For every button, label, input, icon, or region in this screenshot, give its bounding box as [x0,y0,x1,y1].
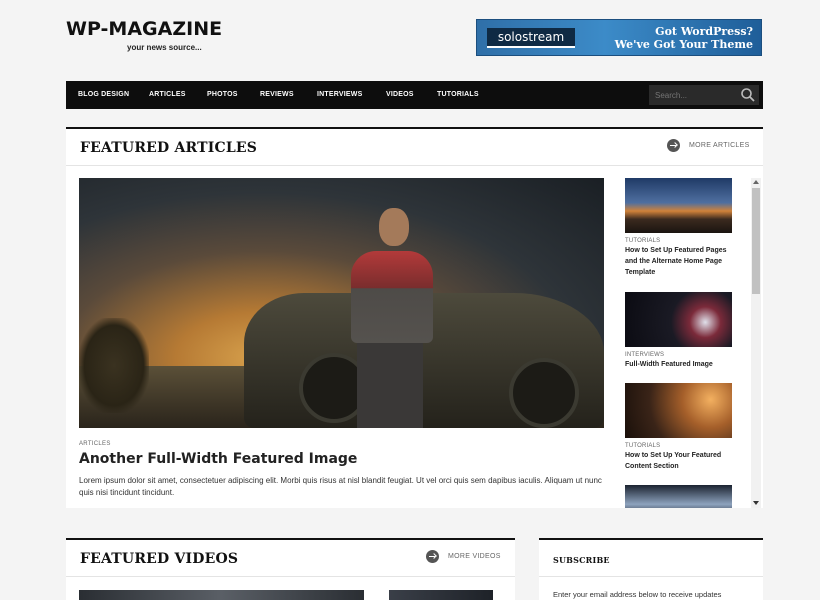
hero-bush [79,318,149,413]
featured-videos-header: FEATURED VIDEOS MORE VIDEOS [66,540,515,577]
main-navigation: BLOG DESIGN ARTICLES PHOTOS REVIEWS INTE… [66,81,763,109]
video-thumbnail[interactable] [389,590,493,600]
banner-logo: solostream [487,28,575,48]
arrow-right-icon[interactable] [426,550,439,563]
nav-item-photos[interactable]: PHOTOS [207,91,238,98]
subscribe-panel: SUBSCRIBE Enter your email address below… [539,538,763,600]
nav-item-interviews[interactable]: INTERVIEWS [317,91,362,98]
side-item-category[interactable]: TUTORIALS [625,238,732,244]
scroll-up-arrow-icon[interactable] [753,180,759,184]
list-item[interactable]: TUTORIALS How to Set Up Featured Pages a… [625,178,732,278]
nav-item-articles[interactable]: ARTICLES [149,91,186,98]
side-list-scrollbar[interactable] [751,178,761,508]
featured-articles-panel: FEATURED ARTICLES MORE ARTICLES ARTICLES… [66,127,763,508]
side-thumbnail[interactable] [625,383,732,438]
list-item[interactable]: INTERVIEWS Full-Width Featured Image [625,292,732,370]
nav-item-reviews[interactable]: REVIEWS [260,91,294,98]
hero-title[interactable]: Another Full-Width Featured Image [79,451,357,467]
list-item[interactable] [625,485,732,508]
banner-text: Got WordPress? We've Got Your Theme [615,25,753,51]
side-item-title[interactable]: How to Set Up Your Featured Content Sect… [625,450,732,472]
nav-item-tutorials[interactable]: TUTORIALS [437,91,479,98]
nav-item-videos[interactable]: VIDEOS [386,91,414,98]
subscribe-header: SUBSCRIBE [539,540,763,577]
side-item-category[interactable]: INTERVIEWS [625,352,732,358]
featured-side-list: TUTORIALS How to Set Up Featured Pages a… [625,178,732,508]
hero-category[interactable]: ARTICLES [79,441,111,447]
nav-item-blog-design[interactable]: BLOG DESIGN [78,91,129,98]
scroll-down-arrow-icon[interactable] [753,501,759,505]
side-thumbnail[interactable] [625,178,732,233]
banner-line-2: We've Got Your Theme [614,38,753,51]
side-thumbnail[interactable] [625,485,732,508]
hero-person-head [379,208,409,246]
more-videos-link[interactable]: MORE VIDEOS [448,553,501,560]
site-title[interactable]: WP-MAGAZINE [66,18,222,40]
site-tagline: your news source... [127,43,202,52]
list-item[interactable]: TUTORIALS How to Set Up Your Featured Co… [625,383,732,472]
featured-videos-panel: FEATURED VIDEOS MORE VIDEOS [66,538,515,600]
side-item-title[interactable]: How to Set Up Featured Pages and the Alt… [625,245,732,278]
more-articles-link[interactable]: MORE ARTICLES [689,142,750,149]
search-input[interactable] [649,85,737,105]
advertisement-banner[interactable]: solostream Got WordPress? We've Got Your… [476,19,762,56]
arrow-right-icon[interactable] [667,139,680,152]
video-thumbnail[interactable] [79,590,364,600]
side-item-category[interactable]: TUTORIALS [625,443,732,449]
featured-articles-title: FEATURED ARTICLES [80,140,258,156]
hero-car-wheel [509,358,579,428]
hero-featured-image[interactable] [79,178,604,428]
hero-person-legs [357,341,423,428]
side-thumbnail[interactable] [625,292,732,347]
featured-articles-header: FEATURED ARTICLES MORE ARTICLES [66,129,763,166]
side-item-title[interactable]: Full-Width Featured Image [625,359,732,370]
search-icon[interactable] [740,87,756,103]
scroll-thumb[interactable] [752,188,760,294]
featured-videos-title: FEATURED VIDEOS [80,551,239,567]
search-box [649,85,759,105]
subscribe-text: Enter your email address below to receiv… [553,590,722,599]
subscribe-title: SUBSCRIBE [553,555,610,565]
hero-excerpt: Lorem ipsum dolor sit amet, consectetuer… [79,476,602,497]
banner-line-1: Got WordPress? [655,25,753,38]
hero-person-body [351,251,433,343]
